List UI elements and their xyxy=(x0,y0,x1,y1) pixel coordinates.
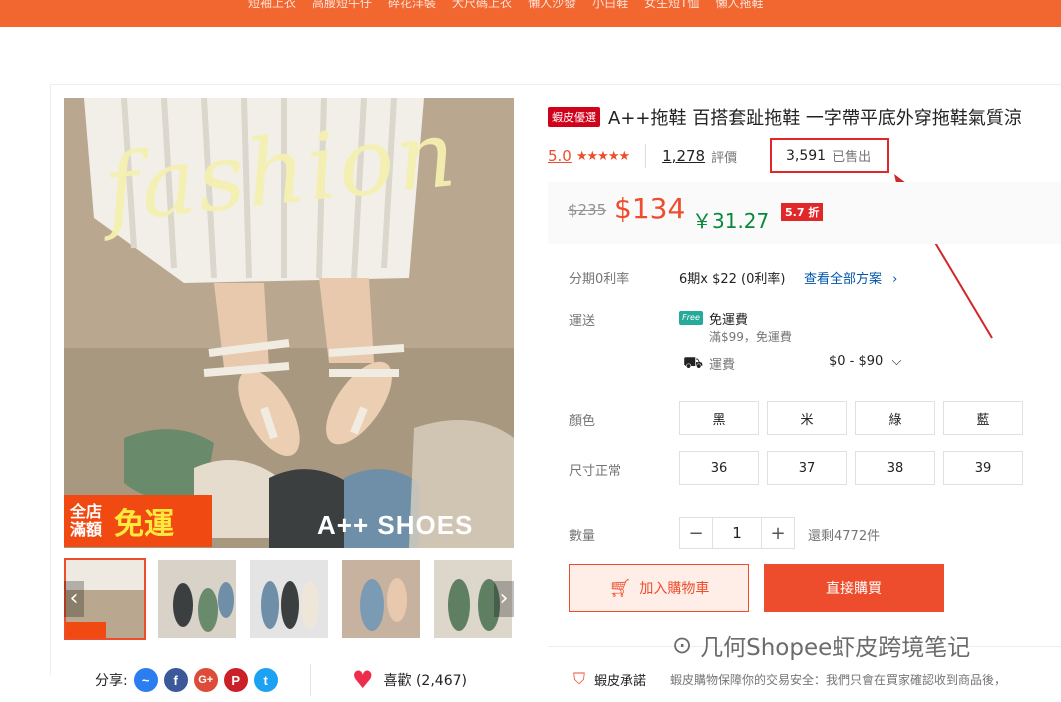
size-option-37[interactable]: 37 xyxy=(767,451,847,485)
top-link[interactable]: 懶人拖鞋 xyxy=(715,0,763,11)
wechat-watermark: ⊙ 几何Shopee虾皮跨境笔记 xyxy=(672,628,970,662)
top-link[interactable]: 短袖上衣 xyxy=(248,0,296,11)
shipping-fee-label: 運費 xyxy=(709,358,736,373)
main-product-image[interactable]: fashion 全店滿額 免運 A++ SHOES xyxy=(64,98,514,548)
product-title: A++拖鞋 百搭套趾拖鞋 一字帶平底外穿拖鞋氣質涼 xyxy=(608,108,1022,129)
shipping-fee-dropdown[interactable]: $0 - $90 ⌵ xyxy=(829,354,901,369)
pinterest-icon[interactable]: P xyxy=(223,668,248,692)
chevron-down-icon: ⌵ xyxy=(891,354,902,369)
reviews-count[interactable]: 1,278 xyxy=(662,147,705,165)
quantity-decrease-button[interactable]: − xyxy=(680,518,712,548)
installment-label: 分期0利率 xyxy=(569,272,630,287)
sold-count: 3,591 xyxy=(786,147,827,164)
installment-value: 6期x $22 (0利率) xyxy=(679,272,786,287)
quantity-input[interactable]: 1 xyxy=(712,518,762,548)
reviews-label: 評價 xyxy=(711,150,738,166)
thumbnail-image xyxy=(250,560,328,638)
guarantee-description: 蝦皮購物保障你的交易安全：我們只會在買家確認收到商品後， xyxy=(670,673,1007,687)
quantity-stepper: − 1 + xyxy=(679,517,795,549)
color-option-green[interactable]: 綠 xyxy=(855,401,935,435)
thumbnail-image xyxy=(158,560,236,638)
sold-count-highlight: 3,591 已售出 xyxy=(770,138,889,173)
free-shipping-truck-icon: Free xyxy=(679,311,703,325)
cart-plus-icon: 🛒︎ xyxy=(608,577,632,599)
facebook-icon[interactable]: f xyxy=(163,668,188,692)
quantity-increase-button[interactable]: + xyxy=(762,518,794,548)
shipping-label: 運送 xyxy=(569,314,596,329)
preferred-seller-tag: 蝦皮優選 xyxy=(548,107,600,127)
thumbnail-next-arrow[interactable]: › xyxy=(494,581,514,617)
top-link[interactable]: 懶人沙發 xyxy=(528,0,576,11)
thumbnail-2[interactable] xyxy=(156,558,238,640)
divider xyxy=(645,144,647,168)
free-shipping-title: 免運費 xyxy=(709,313,749,328)
heart-icon: ♥ xyxy=(352,666,374,694)
top-link[interactable]: 大尺碼上衣 xyxy=(452,0,512,11)
product-stats: 5.0 ★★★★★ 1,278 評價 xyxy=(548,144,737,168)
google-plus-icon[interactable]: G+ xyxy=(193,668,218,692)
color-option-beige[interactable]: 米 xyxy=(767,401,847,435)
rmb-price: ￥31.27 xyxy=(692,209,770,233)
messenger-icon[interactable]: ~ xyxy=(133,668,158,692)
top-link[interactable]: 碎花洋裝 xyxy=(388,0,436,11)
twitter-icon[interactable]: t xyxy=(253,668,278,692)
add-to-cart-button[interactable]: 🛒︎ 加入購物車 xyxy=(569,564,749,612)
thumbnail-4[interactable] xyxy=(340,558,422,640)
share-label: 分享: xyxy=(95,673,128,689)
size-label: 尺寸正常 xyxy=(569,464,622,479)
free-shipping-promo-badge: 全店滿額 免運 xyxy=(64,495,212,547)
like-label: 喜歡 (2,467) xyxy=(383,673,467,689)
installment-link-label: 查看全部方案 xyxy=(804,272,883,287)
promo-small-text: 全店滿額 xyxy=(70,502,103,539)
free-shipping-condition: 滿$99，免運費 xyxy=(709,330,792,344)
truck-icon: ⛟ xyxy=(683,353,704,372)
chevron-right-icon: › xyxy=(892,272,898,287)
size-option-36[interactable]: 36 xyxy=(679,451,759,485)
size-option-39[interactable]: 39 xyxy=(943,451,1023,485)
rating-value[interactable]: 5.0 xyxy=(548,147,572,165)
shipping-fee-value: $0 - $90 xyxy=(829,354,884,369)
like-button[interactable]: ♥ 喜歡 (2,467) xyxy=(352,666,467,694)
sold-label: 已售出 xyxy=(832,150,872,165)
rating-stars-icon: ★★★★★ xyxy=(575,148,630,164)
wechat-icon: ⊙ xyxy=(672,631,693,659)
top-link[interactable]: 小白鞋 xyxy=(592,0,628,11)
product-title-row: 蝦皮優選 A++拖鞋 百搭套趾拖鞋 一字帶平底外穿拖鞋氣質涼 xyxy=(548,104,1022,130)
shield-icon: ⛉ xyxy=(572,669,585,688)
watermark-text: 几何Shopee虾皮跨境笔记 xyxy=(700,635,971,661)
divider xyxy=(310,664,311,696)
quantity-label: 數量 xyxy=(569,529,596,544)
top-search-suggestions: 短袖上衣 高腰短牛仔 碎花洋裝 大尺碼上衣 懶人沙發 小白鞋 女生短T恤 懶人拖… xyxy=(248,0,763,11)
thumbnail-3[interactable] xyxy=(248,558,330,640)
brand-watermark: A++ SHOES xyxy=(317,510,474,540)
installment-plans-link[interactable]: 查看全部方案 › xyxy=(804,268,897,287)
size-option-38[interactable]: 38 xyxy=(855,451,935,485)
guarantee-title: 蝦皮承諾 xyxy=(594,673,647,689)
top-navigation-bar: 短袖上衣 高腰短牛仔 碎花洋裝 大尺碼上衣 懶人沙發 小白鞋 女生短T恤 懶人拖… xyxy=(0,0,1061,27)
top-link[interactable]: 高腰短牛仔 xyxy=(312,0,372,11)
share-row: 分享: ~ f G+ P t xyxy=(95,668,278,692)
stock-remaining: 還剩4772件 xyxy=(808,529,881,544)
color-option-blue[interactable]: 藍 xyxy=(943,401,1023,435)
discount-badge: 5.7 折 xyxy=(781,203,824,221)
color-label: 顏色 xyxy=(569,414,596,429)
color-option-black[interactable]: 黑 xyxy=(679,401,759,435)
add-to-cart-label: 加入購物車 xyxy=(639,581,710,597)
shopee-guarantee: ⛉ 蝦皮承諾 xyxy=(570,669,646,689)
thumbnail-prev-arrow[interactable]: ‹ xyxy=(64,581,84,617)
promo-big-text: 免運 xyxy=(114,507,174,542)
thumbnail-image xyxy=(342,560,420,638)
top-link[interactable]: 女生短T恤 xyxy=(644,0,699,11)
original-price: $235 xyxy=(568,201,607,219)
buy-now-button[interactable]: 直接購買 xyxy=(764,564,944,612)
current-price: $134 xyxy=(614,192,686,225)
thumbnail-strip xyxy=(64,558,514,640)
